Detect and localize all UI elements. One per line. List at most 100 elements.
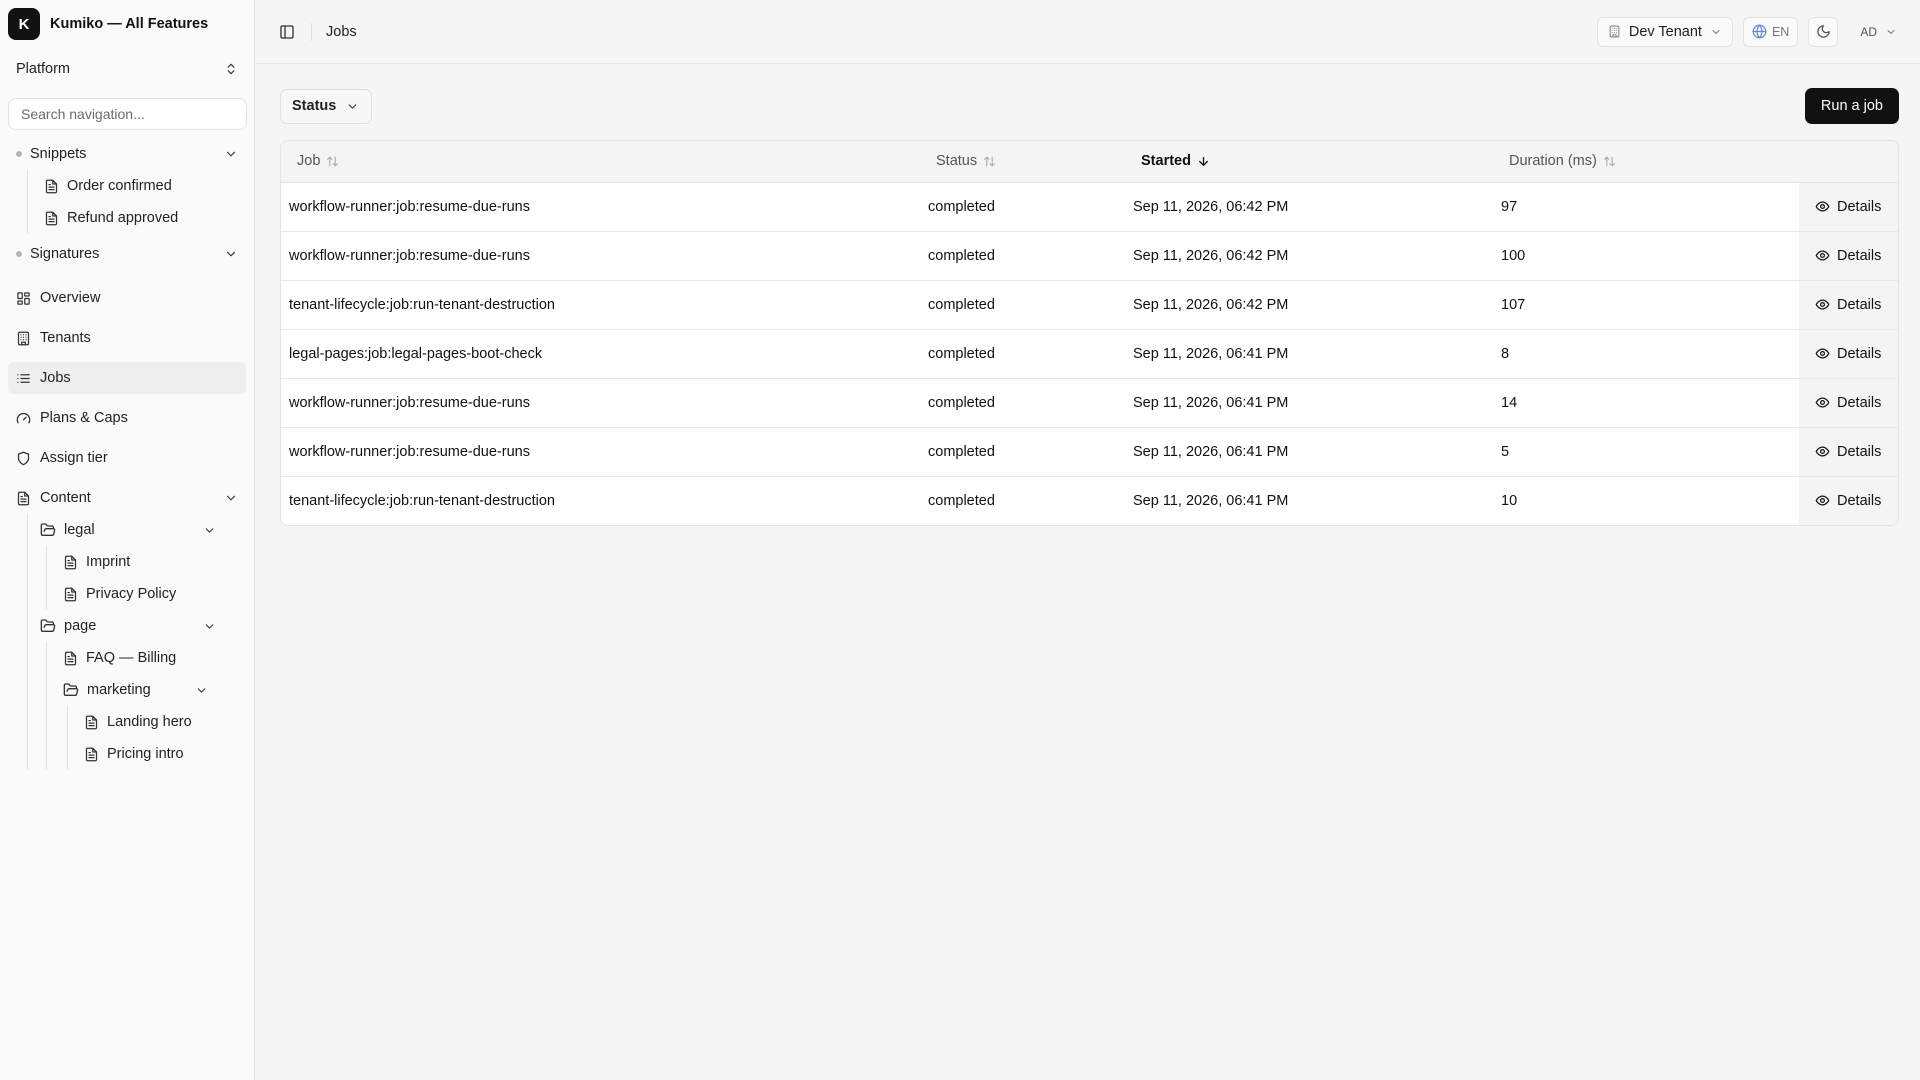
cell-actions: Details	[1799, 426, 1898, 476]
details-button[interactable]: Details	[1799, 297, 1898, 313]
folder-label: page	[64, 618, 97, 634]
details-label: Details	[1837, 345, 1882, 362]
sidebar-item-plans-caps[interactable]: Plans & Caps	[8, 402, 246, 434]
sidebar: K Kumiko — All Features Platform Snippet…	[0, 0, 255, 1080]
file-text-icon	[63, 651, 78, 666]
sidebar-item-tenants[interactable]: Tenants	[8, 322, 246, 354]
details-button[interactable]: Details	[1799, 248, 1898, 264]
column-header-label: Job	[297, 153, 321, 170]
sidebar-group-signatures[interactable]: Signatures	[8, 238, 246, 270]
run-job-button[interactable]: Run a job	[1804, 88, 1899, 124]
sidebar-item-imprint[interactable]: Imprint	[55, 546, 246, 578]
theme-toggle-button[interactable]	[1808, 16, 1839, 47]
sidebar-item-assign-tier[interactable]: Assign tier	[8, 442, 246, 474]
table-row: tenant-lifecycle:job:run-tenant-destruct…	[281, 279, 1898, 329]
column-header-label: Status	[936, 153, 978, 170]
shield-icon	[16, 451, 31, 466]
details-button[interactable]: Details	[1799, 199, 1898, 215]
sidebar-item-order-confirmed[interactable]: Order confirmed	[36, 170, 246, 202]
sidebar-item-label: Plans & Caps	[40, 410, 128, 426]
column-header-job[interactable]: Job	[281, 141, 921, 183]
sidebar-item-refund-approved[interactable]: Refund approved	[36, 202, 246, 234]
details-button[interactable]: Details	[1799, 444, 1898, 460]
table-row: workflow-runner:job:resume-due-runs comp…	[281, 377, 1898, 427]
language-switcher[interactable]: EN	[1742, 16, 1799, 47]
bullet-icon	[16, 151, 22, 157]
jobs-table: Job Status Started Duration (ms) workflo…	[280, 140, 1899, 526]
column-header-duration[interactable]: Duration (ms)	[1493, 141, 1799, 183]
eye-icon	[1815, 199, 1830, 214]
sidebar-item-pricing-intro[interactable]: Pricing intro	[76, 738, 246, 770]
details-button[interactable]: Details	[1799, 395, 1898, 411]
gauge-icon	[16, 411, 31, 426]
page-list: FAQ — Billing marketing Landing hero Pri…	[46, 642, 246, 770]
chevron-down-icon	[224, 147, 238, 161]
cell-started: Sep 11, 2026, 06:42 PM	[1133, 198, 1289, 215]
sidebar-group-content[interactable]: Content	[8, 482, 246, 514]
details-label: Details	[1837, 443, 1882, 460]
sidebar-item-label: FAQ — Billing	[86, 650, 177, 666]
user-menu[interactable]: AD	[1848, 17, 1903, 47]
column-header-status[interactable]: Status	[921, 141, 1126, 183]
folder-open-icon	[63, 682, 79, 698]
details-button[interactable]: Details	[1799, 493, 1898, 509]
folder-label: marketing	[87, 682, 151, 698]
table-row: workflow-runner:job:resume-due-runs comp…	[281, 426, 1898, 476]
status-filter-button[interactable]: Status	[280, 88, 373, 124]
divider	[311, 22, 312, 41]
cell-started: Sep 11, 2026, 06:41 PM	[1126, 475, 1493, 525]
sidebar-item-jobs[interactable]: Jobs	[8, 362, 246, 394]
sidebar-item-label: Imprint	[86, 554, 131, 570]
breadcrumb: Jobs	[326, 23, 357, 40]
folder-marketing[interactable]: marketing	[55, 674, 216, 706]
sidebar-toggle-button[interactable]	[275, 20, 299, 44]
sidebar-item-label: Jobs	[40, 370, 71, 386]
cell-actions: Details	[1799, 230, 1898, 280]
sidebar-item-landing-hero[interactable]: Landing hero	[76, 706, 246, 738]
platform-switcher[interactable]: Platform	[8, 52, 246, 86]
cell-status: completed	[921, 377, 1126, 427]
arrow-down-icon	[1197, 155, 1210, 168]
search-navigation-input[interactable]	[8, 98, 247, 130]
cell-actions: Details	[1799, 182, 1898, 231]
cell-job: workflow-runner:job:resume-due-runs	[281, 230, 921, 280]
file-text-icon	[44, 211, 59, 226]
jobs-table-body: workflow-runner:job:resume-due-runs comp…	[281, 182, 1898, 525]
details-label: Details	[1837, 394, 1882, 411]
column-header-actions	[1799, 141, 1898, 183]
folder-label: legal	[64, 522, 95, 538]
file-text-icon	[63, 587, 78, 602]
details-button[interactable]: Details	[1799, 346, 1898, 362]
avatar: AD	[1860, 24, 1877, 39]
sidebar-item-faq-billing[interactable]: FAQ — Billing	[55, 642, 246, 674]
panel-left-icon	[279, 24, 295, 40]
eye-icon	[1815, 346, 1830, 361]
sidebar-item-label: Landing hero	[107, 714, 192, 730]
tenant-switcher[interactable]: Dev Tenant	[1596, 16, 1733, 47]
chevron-down-icon	[224, 491, 238, 505]
sidebar-item-overview[interactable]: Overview	[8, 282, 246, 314]
eye-icon	[1815, 297, 1830, 312]
table-row: tenant-lifecycle:job:run-tenant-destruct…	[281, 475, 1898, 525]
file-text-icon	[84, 715, 99, 730]
sidebar-item-privacy-policy[interactable]: Privacy Policy	[55, 578, 246, 610]
cell-started: Sep 11, 2026, 06:42 PM	[1126, 279, 1493, 329]
topbar: Jobs Dev Tenant EN AD	[255, 0, 1920, 64]
cell-actions: Details	[1799, 377, 1898, 427]
cell-status: completed	[921, 279, 1126, 329]
file-text-icon	[63, 555, 78, 570]
file-text-icon	[44, 179, 59, 194]
folder-legal[interactable]: legal	[34, 514, 224, 546]
cell-started: Sep 11, 2026, 06:42 PM	[1126, 230, 1493, 280]
details-label: Details	[1837, 198, 1882, 215]
brand[interactable]: K Kumiko — All Features	[0, 0, 254, 48]
cell-actions: Details	[1799, 279, 1898, 329]
details-label: Details	[1837, 247, 1882, 264]
sidebar-item-label: Overview	[40, 290, 101, 306]
cell-duration: 8	[1493, 328, 1799, 378]
folder-page[interactable]: page	[34, 610, 224, 642]
status-filter-label: Status	[292, 98, 337, 114]
sidebar-group-snippets[interactable]: Snippets	[8, 138, 246, 170]
cell-duration: 14	[1493, 377, 1799, 427]
column-header-started[interactable]: Started	[1126, 141, 1493, 183]
